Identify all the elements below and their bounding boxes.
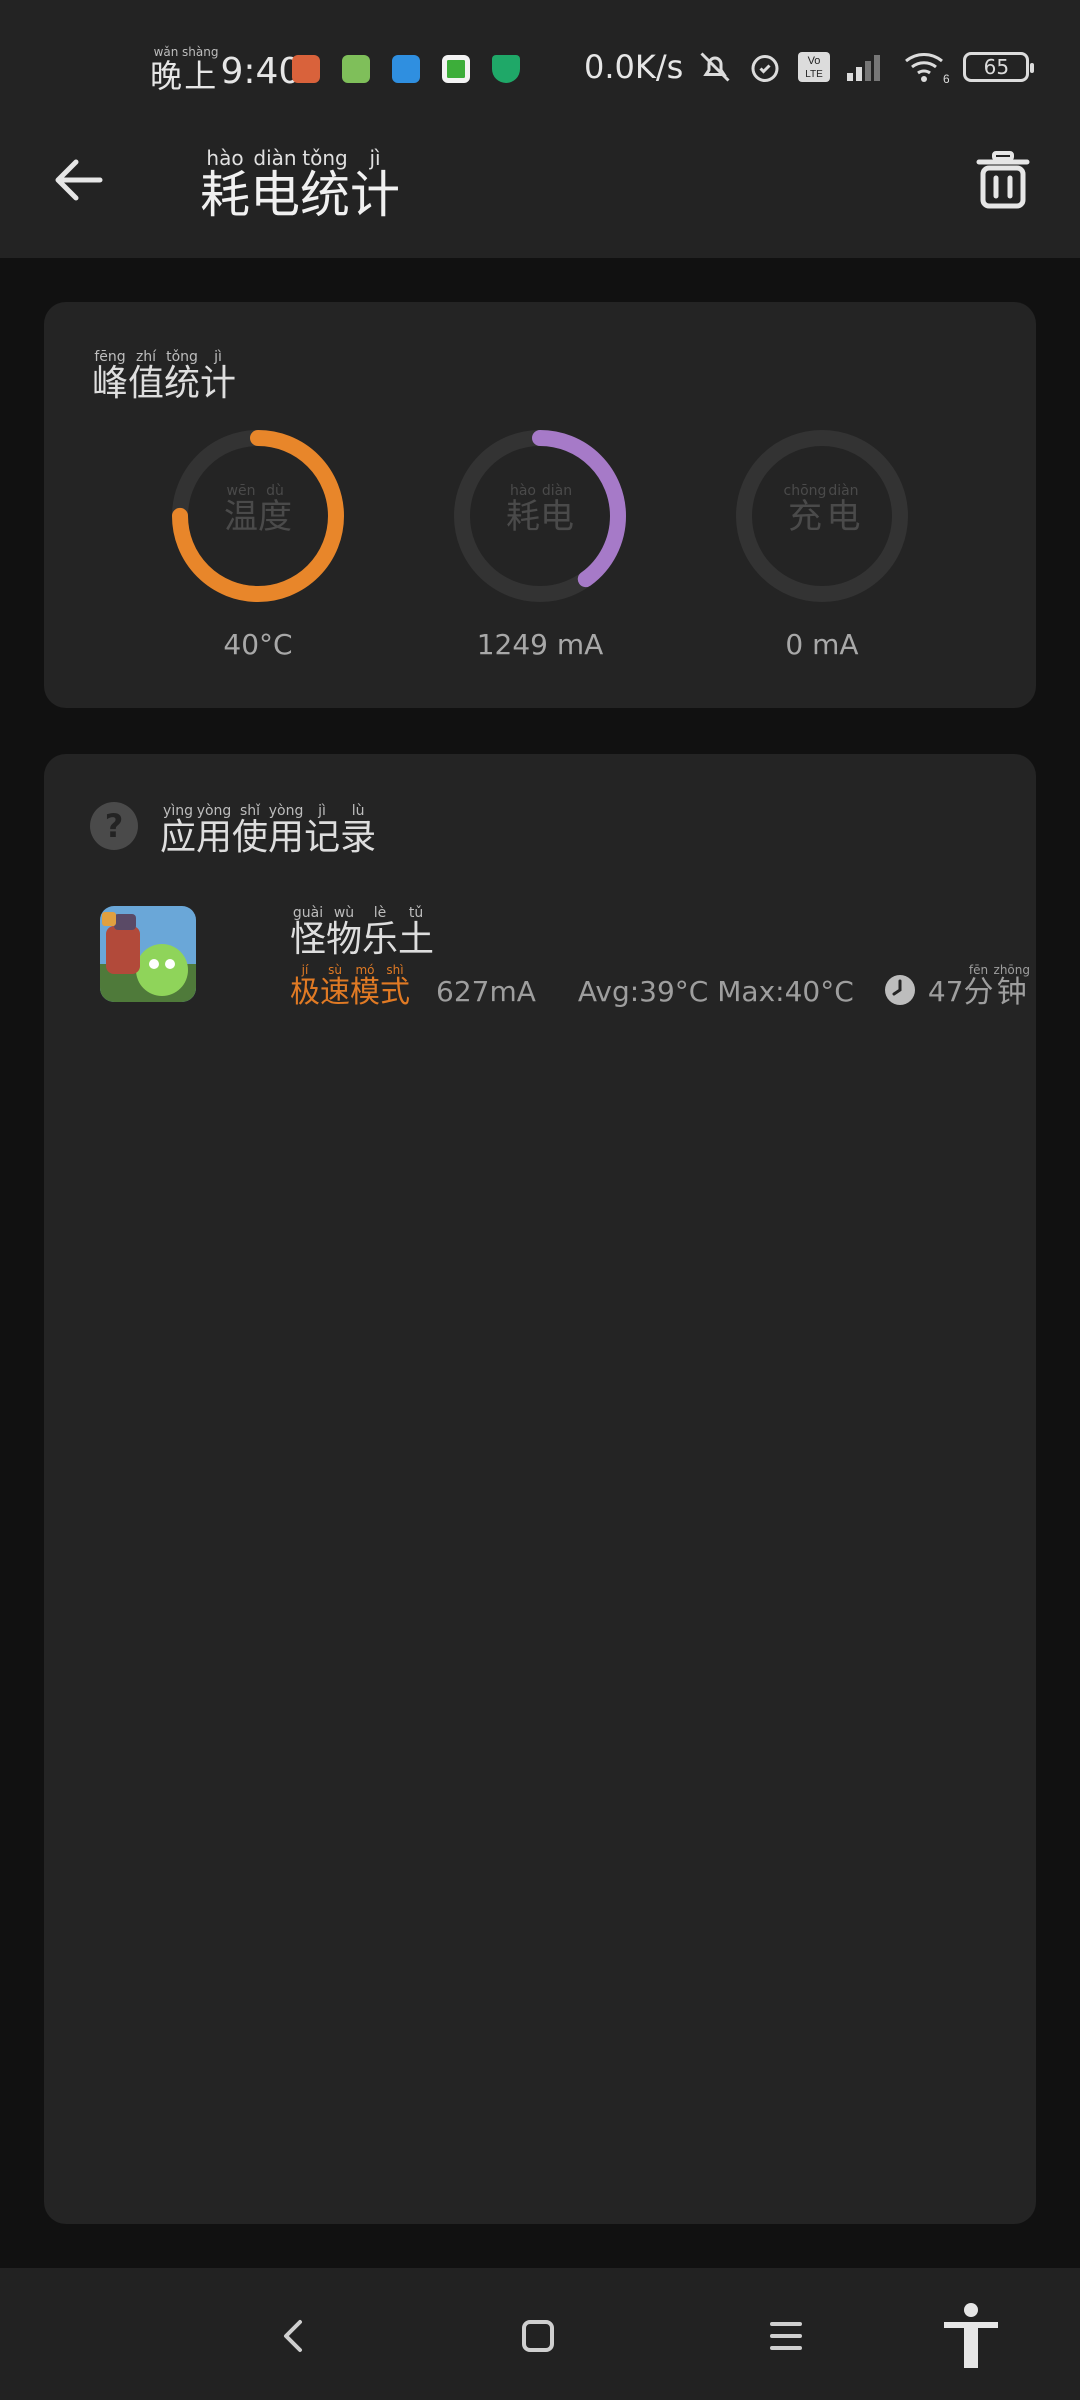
temperature-value: 40°C [223, 628, 293, 661]
status-bar: wǎn 晚 shàng 上 9:40 0.0K/s Vo LTE 6 65 [0, 0, 1080, 120]
temperature-stats: Avg:39°C Max:40°C [577, 975, 854, 1008]
mode-badge: jí 极 sù 速 mó 模 shì 式 [290, 963, 410, 1010]
charge-value: 0 mA [785, 628, 859, 661]
bell-muted-icon [700, 52, 730, 82]
nav-back-icon[interactable] [264, 2306, 324, 2366]
help-icon[interactable]: ? [90, 802, 138, 850]
back-arrow-icon[interactable] [48, 150, 108, 210]
notification-icons [292, 55, 520, 83]
svg-text:LTE: LTE [806, 69, 824, 80]
wifi-icon: 6 [905, 53, 949, 85]
shield-app-icon [492, 55, 520, 83]
current-draw: 627mA [436, 975, 536, 1008]
list-item[interactable]: guài 怪 wù 物 lè 乐 tǔ 土 jí 极 sù 速 mó 模 shì 式 627mA… [100, 905, 1030, 1008]
svg-text:Vo: Vo [808, 55, 821, 67]
clock-time: 9:40 [220, 51, 302, 92]
power-gauge: hào 耗 diàn 电 [452, 428, 628, 604]
trash-icon[interactable] [976, 150, 1030, 210]
peak-stats-card: fēng 峰 zhí 值 tǒng 统 jì 计 wēn 温 dù 度 40°C hào 耗 … [44, 302, 1036, 708]
signal-icon [847, 55, 881, 81]
video-app-icon [292, 55, 320, 83]
android-app-icon [342, 55, 370, 83]
record-details: jí 极 sù 速 mó 模 shì 式 627mA Avg:39°C Max:40°C… [290, 964, 1030, 1008]
nav-home-icon[interactable] [508, 2306, 568, 2366]
charge-gauge: chōng 充 diàn 电 [734, 428, 910, 604]
net-speed: 0.0K/s [584, 48, 684, 86]
clock-icon [884, 975, 915, 1005]
accessibility-icon[interactable] [940, 2302, 1002, 2370]
duration-number: 47 [927, 975, 964, 1008]
blue-app-icon [392, 55, 420, 83]
navigation-bar [0, 2268, 1080, 2400]
app-usage-card: ? yìng 应 yòng 用 shǐ 使 yòng 用 jì 记 lù 录 guài 怪 w… [44, 754, 1036, 2224]
temperature-gauge: wēn 温 dù 度 [170, 428, 346, 604]
nav-menu-icon[interactable] [756, 2306, 816, 2366]
status-time: wǎn 晚 shàng 上 9:40 [150, 45, 302, 95]
status-right: 0.0K/s Vo LTE 6 65 [584, 48, 1035, 86]
app-usage-title: yìng 应 yòng 用 shǐ 使 yòng 用 jì 记 lù 录 [160, 803, 377, 858]
alarm-icon [751, 55, 779, 82]
battery-indicator: 65 [963, 52, 1035, 82]
app-name: guài 怪 wù 物 lè 乐 tǔ 土 [290, 905, 435, 960]
power-value: 1249 mA [476, 628, 604, 661]
page-title: hào 耗 diàn 电 tǒng 统 jì 计 [200, 146, 400, 224]
svg-text:6: 6 [943, 72, 949, 85]
green-app-icon [442, 55, 470, 83]
game-app-icon [100, 906, 196, 1002]
peak-stats-title: fēng 峰 zhí 值 tǒng 统 jì 计 [92, 349, 237, 404]
volte-icon: Vo LTE [798, 52, 831, 82]
duration: 47 fēn 分 zhōng 钟 [884, 964, 1030, 1008]
